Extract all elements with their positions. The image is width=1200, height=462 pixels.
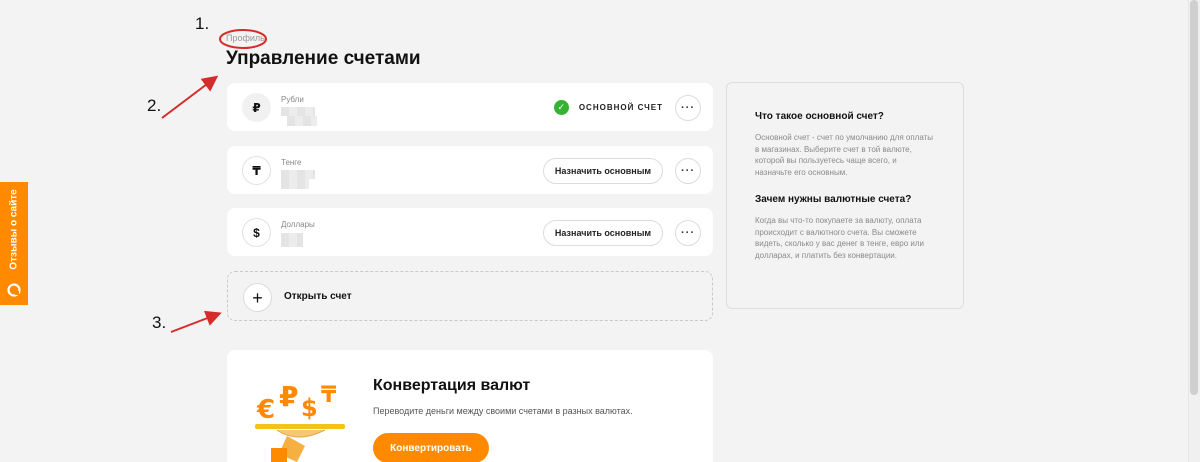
info-answer-currency-accounts: Когда вы что-то покупаете за валюту, опл…: [755, 216, 924, 260]
ruble-symbol: ₽: [279, 380, 298, 413]
euro-symbol: €: [256, 395, 275, 425]
check-icon: ✓: [553, 100, 569, 115]
account-card-rub[interactable]: ₽ Рубли ✓ ОСНОВНОЙ СЧЕТ ···: [227, 83, 713, 131]
scrollbar-thumb[interactable]: [1190, 0, 1198, 395]
page-scrollbar[interactable]: [1188, 0, 1200, 462]
conversion-title: Конвертация валют: [373, 377, 531, 394]
more-options-button[interactable]: ···: [675, 95, 701, 121]
info-question-main-account: Что такое основной счет?: [755, 111, 884, 122]
annotation-number-2: 2.: [147, 96, 162, 115]
plus-icon: +: [243, 283, 272, 312]
feedback-tab[interactable]: Отзывы о сайте: [0, 182, 28, 305]
info-panel: Что такое основной счет? Основной счет -…: [726, 82, 964, 309]
feedback-tab-label: Отзывы о сайте: [8, 188, 20, 270]
hidden-balance: [287, 116, 317, 126]
account-card-kzt[interactable]: ₸ Тенге Назначить основным ···: [227, 146, 713, 194]
feedback-tab-label-wrap: Отзывы о сайте: [0, 182, 28, 276]
currency-tray-illustration: € ₽ $ ₸: [255, 380, 345, 462]
feedback-logo-icon: [7, 283, 21, 297]
hidden-account-number: [281, 170, 315, 179]
account-name: Доллары: [281, 220, 315, 229]
conversion-subtitle: Переводите деньги между своими счетами в…: [373, 406, 633, 416]
set-main-button[interactable]: Назначить основным: [543, 158, 663, 184]
info-question-currency-accounts: Зачем нужны валютные счета?: [755, 194, 912, 205]
hidden-balance: [281, 233, 303, 247]
breadcrumb-profile[interactable]: Профиль: [226, 33, 265, 43]
main-account-badge: ✓ ОСНОВНОЙ СЧЕТ: [553, 100, 663, 115]
hidden-account-number: [281, 107, 315, 116]
annotation-arrow-3: [170, 310, 222, 333]
open-account-label: Открыть счет: [284, 291, 352, 302]
more-options-button[interactable]: ···: [675, 220, 701, 246]
main-account-label: ОСНОВНОЙ СЧЕТ: [578, 103, 663, 112]
tenge-symbol: ₸: [321, 383, 337, 408]
hidden-balance: [281, 179, 309, 189]
account-name: Рубли: [281, 95, 304, 104]
dollar-symbol: $: [301, 394, 318, 422]
ruble-icon: ₽: [242, 93, 271, 122]
set-main-button[interactable]: Назначить основным: [543, 220, 663, 246]
convert-button[interactable]: Конвертировать: [373, 433, 489, 462]
annotation-arrow-2: [161, 75, 219, 119]
account-name: Тенге: [281, 158, 302, 167]
more-options-button[interactable]: ···: [675, 158, 701, 184]
currency-conversion-card: € ₽ $ ₸ Конвертация валют Переводите ден…: [227, 350, 713, 462]
open-account-button[interactable]: + Открыть счет: [227, 271, 713, 321]
info-answer-main-account: Основной счет - счет по умолчанию для оп…: [755, 133, 934, 177]
dollar-icon: $: [242, 218, 271, 247]
account-card-usd[interactable]: $ Доллары Назначить основным ···: [227, 208, 713, 256]
annotation-number-1: 1.: [195, 14, 210, 33]
tenge-icon: ₸: [242, 156, 271, 185]
annotation-number-3: 3.: [152, 313, 167, 332]
page-title: Управление счетами: [226, 48, 421, 69]
